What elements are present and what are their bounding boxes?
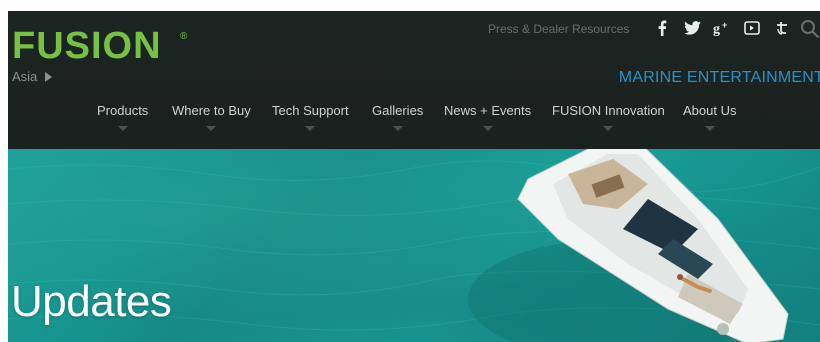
nav-item-label: Galleries: [372, 103, 424, 118]
region-label: Asia: [12, 69, 38, 84]
nav-item-label: Tech Support: [272, 103, 349, 118]
site-header: FUSION ® Asia Press & Dealer Resources g…: [8, 11, 820, 149]
marine-entertainment-tagline: MARINE ENTERTAINMENT: [618, 69, 820, 86]
registered-mark: ®: [180, 31, 188, 42]
nav-item-label: FUSION Innovation: [552, 103, 665, 118]
caret-down-icon: [392, 126, 403, 131]
page: FUSION ® Asia Press & Dealer Resources g…: [0, 0, 820, 342]
search-icon[interactable]: [800, 19, 820, 39]
svg-text:+: +: [722, 20, 727, 30]
nav-item-about-us[interactable]: About Us: [683, 103, 736, 131]
svg-text:g: g: [713, 22, 720, 36]
google-plus-icon[interactable]: g +: [713, 19, 731, 37]
caret-down-icon: [704, 126, 715, 131]
nav-item-news-events[interactable]: News + Events: [444, 103, 531, 131]
yacht-image: [517, 149, 789, 342]
caret-down-icon: [117, 126, 128, 131]
twitter-icon[interactable]: [683, 19, 701, 37]
nav-item-fusion-innovation[interactable]: FUSION Innovation: [552, 103, 665, 131]
nav-item-galleries[interactable]: Galleries: [372, 103, 423, 131]
nav-item-tech-support[interactable]: Tech Support: [272, 103, 349, 131]
nav-item-where-to-buy[interactable]: Where to Buy: [172, 103, 251, 131]
caret-down-icon: [206, 126, 217, 131]
region-selector[interactable]: Asia: [12, 69, 53, 84]
logo-text: FUSION: [12, 25, 162, 65]
caret-down-icon: [482, 126, 493, 131]
fusion-logo[interactable]: FUSION ®: [12, 25, 190, 65]
tumblr-icon[interactable]: [773, 19, 791, 37]
region-arrow-icon: [45, 71, 53, 82]
social-links: g +: [653, 19, 791, 37]
facebook-icon[interactable]: [653, 19, 671, 37]
caret-down-icon: [305, 126, 316, 131]
nav-item-label: Where to Buy: [172, 103, 251, 118]
main-nav: Products Where to Buy Tech Support Galle…: [8, 103, 820, 143]
nav-item-label: News + Events: [444, 103, 532, 118]
page-title: Updates: [11, 277, 172, 326]
youtube-icon[interactable]: [743, 19, 761, 37]
caret-down-icon: [603, 126, 614, 131]
press-dealer-link[interactable]: Press & Dealer Resources: [488, 22, 629, 36]
nav-item-products[interactable]: Products: [97, 103, 148, 131]
nav-item-label: About Us: [683, 103, 737, 118]
nav-item-label: Products: [97, 103, 149, 118]
hero-banner: Updates: [8, 149, 820, 342]
